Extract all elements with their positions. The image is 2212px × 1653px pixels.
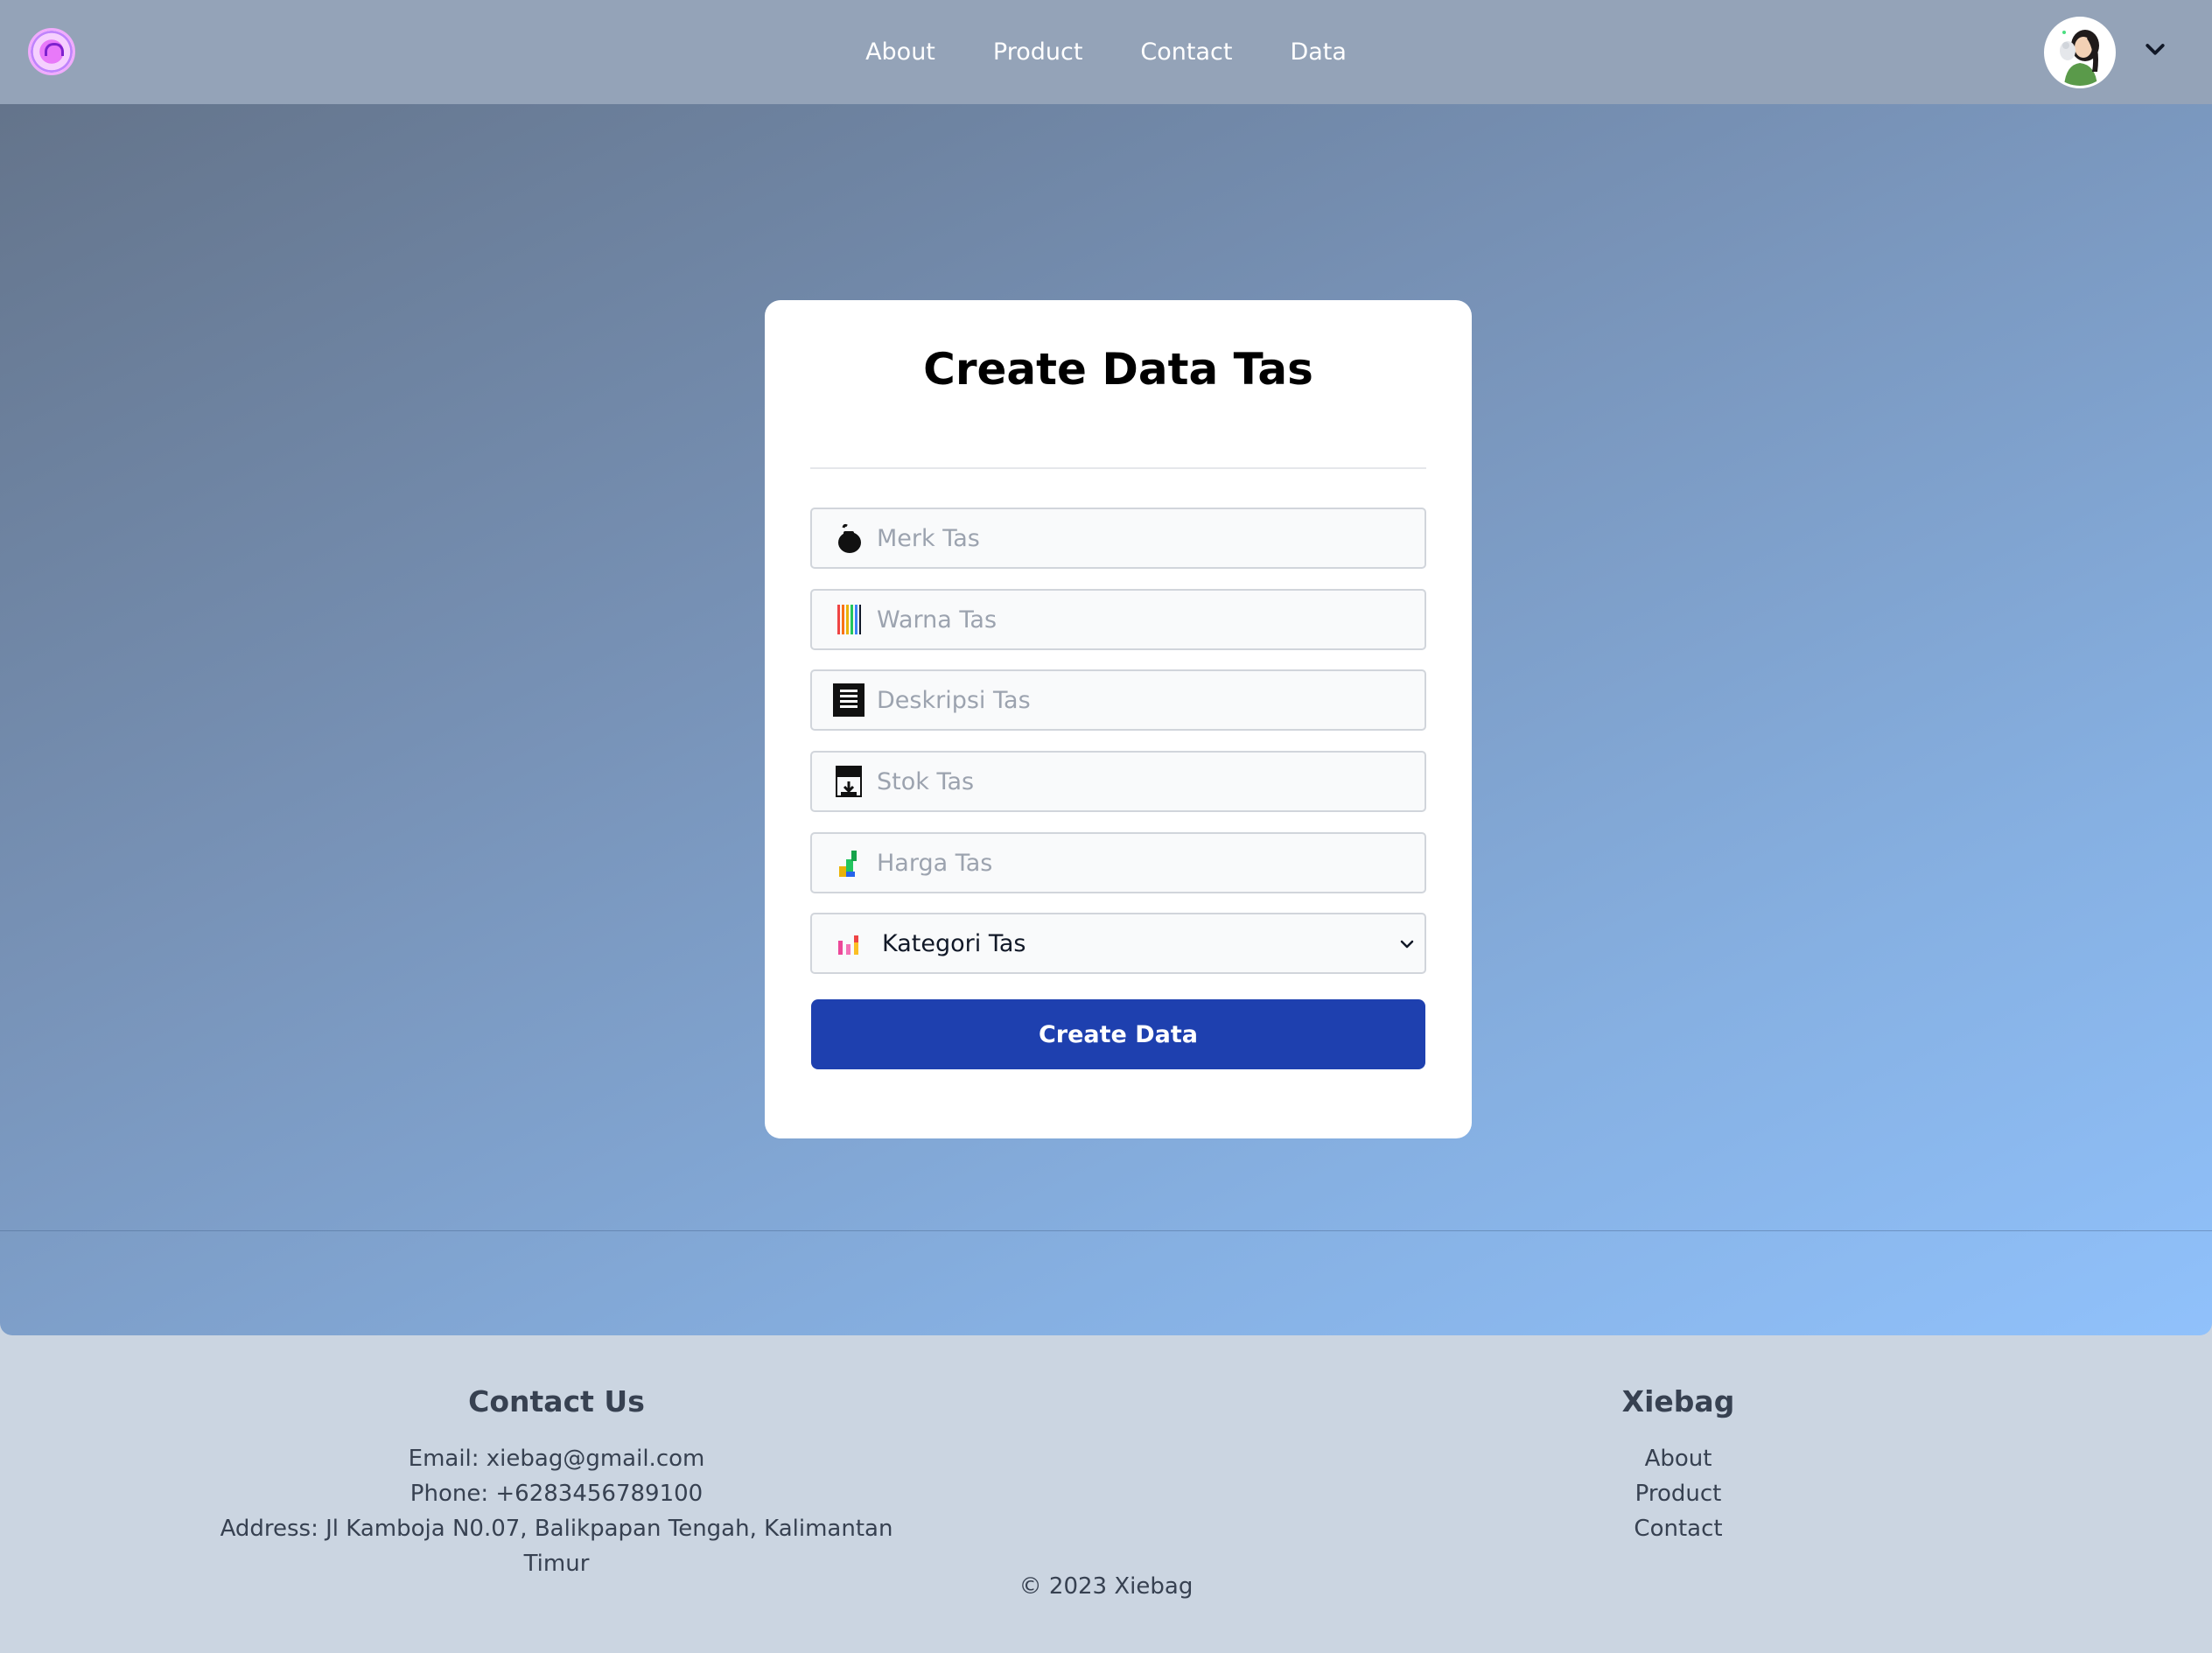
create-form-card: Create Data Tas Merk Tas Warna Tas Deskr… — [765, 300, 1472, 1138]
kategori-select[interactable]: Kategori Tas — [877, 914, 1424, 972]
create-data-button[interactable]: Create Data — [811, 999, 1425, 1069]
section-divider — [0, 1230, 2212, 1231]
inbox-tray-icon — [833, 764, 864, 799]
nav-link-about[interactable]: About — [836, 39, 964, 66]
footer-address: Address: Jl Kamboja N0.07, Balikpapan Te… — [220, 1516, 893, 1577]
warna-field[interactable] — [810, 589, 1426, 650]
warna-input[interactable] — [877, 591, 1424, 648]
color-swatch-icon — [833, 602, 864, 637]
deskripsi-input[interactable] — [877, 671, 1424, 729]
chevron-down-icon[interactable] — [2142, 37, 2168, 63]
footer-phone: Phone: +6283456789100 — [410, 1481, 704, 1507]
footer-link-product[interactable]: Product — [1503, 1476, 1853, 1511]
bag-icon — [833, 521, 864, 556]
nav-link-product[interactable]: Product — [964, 39, 1112, 66]
main-content: Create Data Tas Merk Tas Warna Tas Deskr… — [0, 104, 2212, 1335]
deskripsi-field[interactable] — [810, 669, 1426, 731]
stok-input[interactable] — [877, 753, 1424, 810]
bar-chart-icon — [833, 926, 864, 961]
harga-field[interactable] — [810, 832, 1426, 893]
nav-links: About Product Contact Data — [0, 0, 2212, 104]
form-title: Create Data Tas — [923, 344, 1313, 395]
user-avatar[interactable] — [2044, 17, 2116, 88]
footer: Contact Us Email: xiebag@gmail.com Phone… — [0, 1335, 2212, 1653]
nav-link-data[interactable]: Data — [1261, 39, 1375, 66]
kategori-field[interactable]: Kategori Tas — [810, 913, 1426, 974]
footer-brand-section: Xiebag About Product Contact — [1503, 1384, 1853, 1546]
stok-field[interactable] — [810, 751, 1426, 812]
form-divider — [810, 467, 1426, 469]
footer-brand-title: Xiebag — [1621, 1384, 1735, 1418]
merk-input[interactable] — [877, 509, 1424, 567]
footer-contact-section: Contact Us Email: xiebag@gmail.com Phone… — [206, 1384, 906, 1581]
footer-email: Email: xiebag@gmail.com — [408, 1446, 705, 1472]
footer-link-about[interactable]: About — [1503, 1441, 1853, 1476]
harga-input[interactable] — [877, 834, 1424, 892]
nav-link-contact[interactable]: Contact — [1111, 39, 1261, 66]
navbar: About Product Contact Data — [0, 0, 2212, 104]
xiebag-logo-icon[interactable] — [28, 28, 75, 75]
merk-field[interactable] — [810, 508, 1426, 569]
avatar-illustration-icon — [2047, 19, 2113, 86]
footer-link-contact[interactable]: Contact — [1503, 1511, 1853, 1546]
footer-contact-title: Contact Us — [468, 1384, 645, 1418]
chart-up-icon — [833, 845, 864, 880]
copyright: © 2023 Xiebag — [1018, 1573, 1194, 1600]
document-icon — [833, 683, 864, 718]
